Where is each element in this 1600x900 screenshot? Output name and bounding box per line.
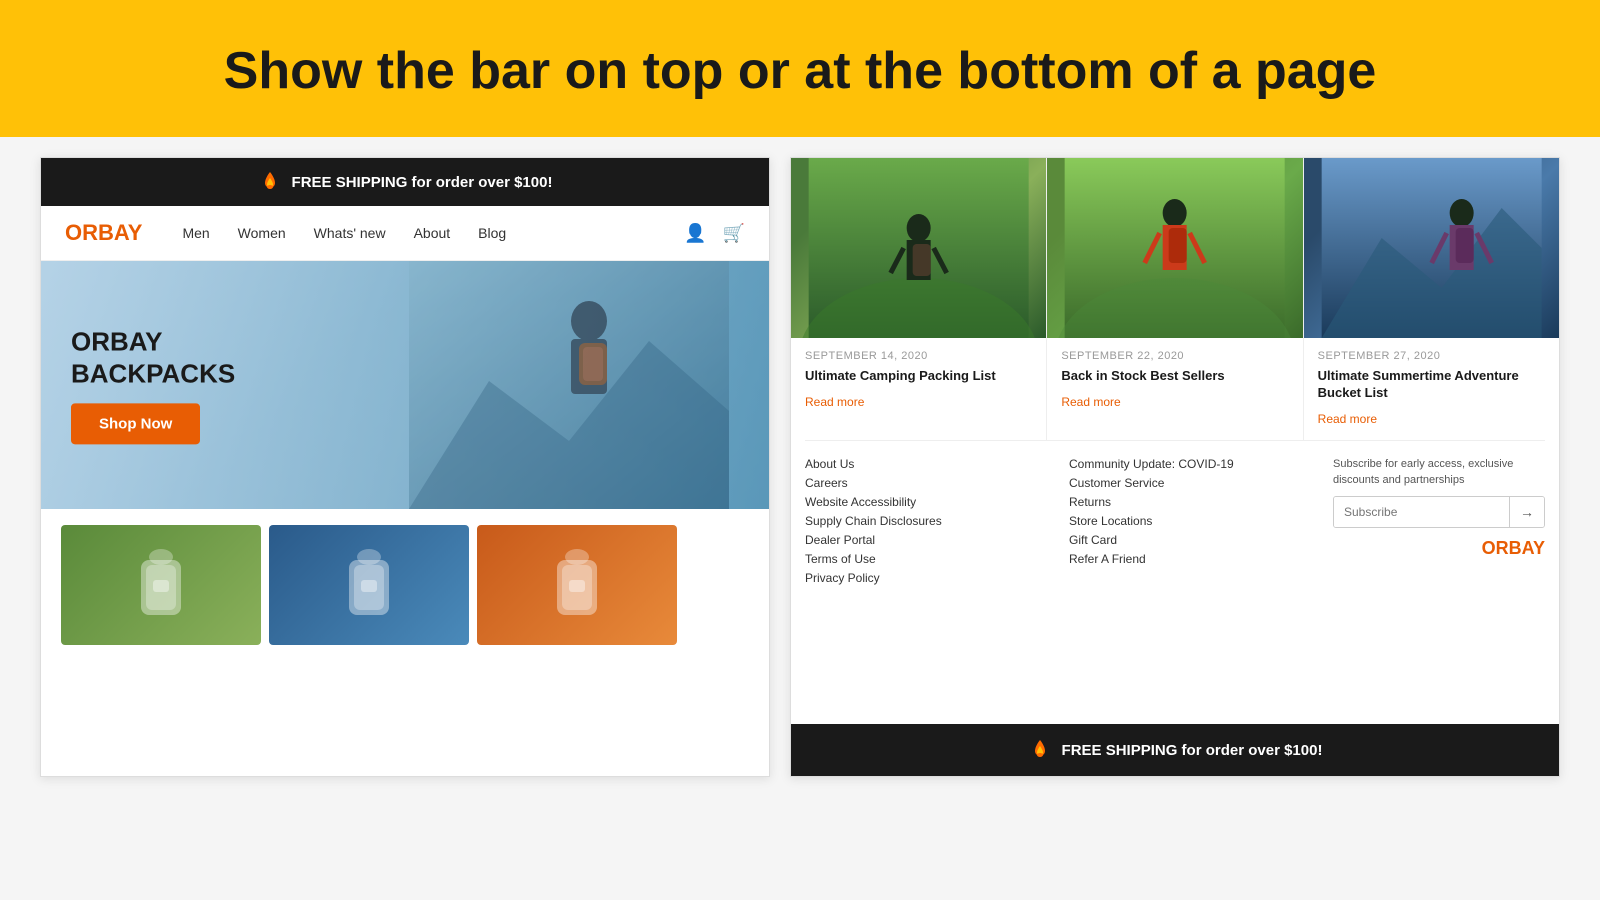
nav-icons: 👤 🛒 [684, 223, 745, 244]
hero-image [409, 261, 729, 509]
blog-card-3-image [1304, 158, 1559, 338]
blog-card-1: SEPTEMBER 14, 2020 Ultimate Camping Pack… [791, 158, 1046, 440]
nav-logo[interactable]: ORBAY [65, 220, 142, 246]
left-panel: FREE SHIPPING for order over $100! ORBAY… [40, 157, 770, 777]
nav-link-whatsnew[interactable]: Whats' new [314, 225, 386, 241]
blog-card-2-content: SEPTEMBER 22, 2020 Back in Stock Best Se… [1047, 338, 1302, 423]
blog-card-3-title: Ultimate Summertime Adventure Bucket Lis… [1318, 368, 1545, 402]
bottom-shipping-text: FREE SHIPPING for order over $100! [1062, 742, 1323, 759]
product-row [41, 509, 769, 661]
top-shipping-bar: FREE SHIPPING for order over $100! [41, 158, 769, 206]
nav-bar: ORBAY Men Women Whats' new About Blog 👤 … [41, 206, 769, 261]
footer-links: About Us Careers Website Accessibility S… [791, 441, 1559, 602]
blog-card-1-title: Ultimate Camping Packing List [805, 368, 1032, 385]
footer-supply-chain[interactable]: Supply Chain Disclosures [805, 514, 1049, 528]
bottom-shipping-bar: FREE SHIPPING for order over $100! [791, 724, 1559, 776]
subscribe-input[interactable] [1334, 497, 1509, 527]
footer-careers[interactable]: Careers [805, 476, 1049, 490]
footer-store-locations[interactable]: Store Locations [1069, 514, 1313, 528]
blog-card-1-image [791, 158, 1046, 338]
backpack-image-3 [547, 545, 607, 625]
footer-website-accessibility[interactable]: Website Accessibility [805, 495, 1049, 509]
hero-section: ORBAY BACKPACKS Shop Now [41, 261, 769, 509]
blog-card-1-content: SEPTEMBER 14, 2020 Ultimate Camping Pack… [791, 338, 1046, 423]
product-thumb-3[interactable] [477, 525, 677, 645]
blog-card-2-read-more[interactable]: Read more [1061, 395, 1120, 409]
footer-covid[interactable]: Community Update: COVID-19 [1069, 457, 1313, 471]
nav-links: Men Women Whats' new About Blog [182, 225, 654, 241]
nav-link-about[interactable]: About [414, 225, 451, 241]
footer-privacy[interactable]: Privacy Policy [805, 571, 1049, 585]
footer-subscribe-col: Subscribe for early access, exclusive di… [1333, 457, 1545, 590]
nav-link-women[interactable]: Women [238, 225, 286, 241]
blog-card-2: SEPTEMBER 22, 2020 Back in Stock Best Se… [1046, 158, 1303, 440]
blog-card-2-image [1047, 158, 1302, 338]
right-panel: SEPTEMBER 14, 2020 Ultimate Camping Pack… [790, 157, 1560, 777]
blog-card-2-title: Back in Stock Best Sellers [1061, 368, 1288, 385]
nav-link-men[interactable]: Men [182, 225, 209, 241]
flame-icon [258, 170, 282, 194]
footer-gift-card[interactable]: Gift Card [1069, 533, 1313, 547]
hiking-image-2 [1047, 158, 1302, 338]
footer-logo[interactable]: ORBAY [1333, 538, 1545, 559]
blog-cards: SEPTEMBER 14, 2020 Ultimate Camping Pack… [791, 158, 1559, 440]
hero-title: ORBAY BACKPACKS [71, 327, 235, 389]
footer-about-us[interactable]: About Us [805, 457, 1049, 471]
blog-card-3-read-more[interactable]: Read more [1318, 412, 1377, 426]
blog-card-2-date: SEPTEMBER 22, 2020 [1061, 350, 1288, 362]
blog-card-1-read-more[interactable]: Read more [805, 395, 864, 409]
user-icon[interactable]: 👤 [684, 223, 706, 244]
blog-card-3: SEPTEMBER 27, 2020 Ultimate Summertime A… [1304, 158, 1559, 440]
subscribe-button[interactable]: → [1509, 497, 1544, 527]
blog-card-3-date: SEPTEMBER 27, 2020 [1318, 350, 1545, 362]
subscribe-label: Subscribe for early access, exclusive di… [1333, 457, 1545, 488]
footer-returns[interactable]: Returns [1069, 495, 1313, 509]
product-thumb-2[interactable] [269, 525, 469, 645]
hiking-image-1 [791, 158, 1046, 338]
backpack-image-2 [339, 545, 399, 625]
footer-refer-friend[interactable]: Refer A Friend [1069, 552, 1313, 566]
blog-card-1-date: SEPTEMBER 14, 2020 [805, 350, 1032, 362]
nav-link-blog[interactable]: Blog [478, 225, 506, 241]
backpack-image-1 [131, 545, 191, 625]
hiking-image-3 [1304, 158, 1559, 338]
hero-text: ORBAY BACKPACKS Shop Now [71, 327, 235, 444]
top-banner: Show the bar on top or at the bottom of … [0, 0, 1600, 137]
footer-col-2: Community Update: COVID-19 Customer Serv… [1069, 457, 1313, 590]
product-thumb-1[interactable] [61, 525, 261, 645]
main-heading: Show the bar on top or at the bottom of … [20, 40, 1580, 102]
subscribe-form: → [1333, 496, 1545, 528]
footer-terms[interactable]: Terms of Use [805, 552, 1049, 566]
blog-card-3-content: SEPTEMBER 27, 2020 Ultimate Summertime A… [1304, 338, 1559, 440]
cart-icon[interactable]: 🛒 [723, 223, 745, 244]
footer-col-1: About Us Careers Website Accessibility S… [805, 457, 1049, 590]
footer-customer-service[interactable]: Customer Service [1069, 476, 1313, 490]
flame-icon-bottom [1028, 738, 1052, 762]
shipping-bar-text: FREE SHIPPING for order over $100! [292, 174, 553, 191]
shop-now-button[interactable]: Shop Now [71, 403, 200, 444]
main-content: FREE SHIPPING for order over $100! ORBAY… [0, 157, 1600, 777]
footer-dealer-portal[interactable]: Dealer Portal [805, 533, 1049, 547]
